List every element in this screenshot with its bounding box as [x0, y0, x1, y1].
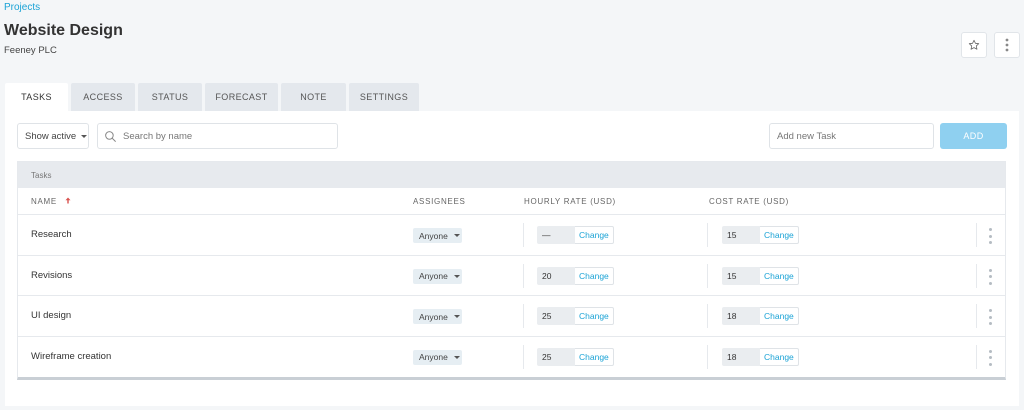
- change-hourly-rate-button[interactable]: Change: [575, 226, 614, 244]
- hourly-rate-value: 25: [537, 347, 575, 366]
- cost-rate-value: 18: [722, 307, 760, 325]
- column-divider: [707, 304, 708, 328]
- table-row: UI design Anyone 25 Change 18 Change: [18, 296, 1005, 337]
- cost-rate-group: 15 Change: [722, 266, 799, 285]
- cost-rate-value: 18: [722, 347, 760, 366]
- task-name: UI design: [31, 310, 72, 321]
- more-options-button[interactable]: [994, 32, 1020, 58]
- tab-access[interactable]: ACCESS: [71, 83, 135, 111]
- assignee-select[interactable]: Anyone: [413, 309, 462, 324]
- column-header-name[interactable]: NAME: [31, 197, 71, 206]
- breadcrumb-projects[interactable]: Projects: [4, 2, 40, 13]
- tab-settings[interactable]: SETTINGS: [349, 83, 419, 111]
- row-menu-icon[interactable]: [986, 268, 994, 285]
- column-divider: [523, 263, 524, 288]
- tab-note[interactable]: NOTE: [281, 83, 346, 111]
- table-row: Wireframe creation Anyone 25 Change 18 Cha…: [18, 337, 1005, 378]
- cost-rate-group: 18 Change: [722, 307, 799, 325]
- chevron-down-icon: [453, 315, 460, 318]
- column-divider: [976, 223, 977, 247]
- assignee-value: Anyone: [419, 352, 448, 362]
- search-icon: [105, 130, 116, 142]
- column-divider: [707, 263, 708, 288]
- change-hourly-rate-button[interactable]: Change: [575, 347, 614, 366]
- tab-status[interactable]: STATUS: [138, 83, 202, 111]
- column-divider: [707, 223, 708, 247]
- change-cost-rate-button[interactable]: Change: [760, 226, 799, 244]
- cost-rate-group: 18 Change: [722, 347, 799, 366]
- tab-tasks[interactable]: TASKS: [5, 83, 68, 111]
- hourly-rate-value: 25: [537, 307, 575, 325]
- chevron-down-icon: [81, 134, 88, 138]
- table-row: Research Anyone — Change 15 Change: [18, 215, 1005, 256]
- search-box[interactable]: [97, 123, 338, 149]
- chevron-down-icon: [453, 274, 460, 278]
- favorite-button[interactable]: [961, 32, 987, 58]
- column-divider: [523, 223, 524, 247]
- assignee-value: Anyone: [419, 271, 448, 281]
- tasks-panel: Show active ADD Tasks NAME ASSIGNEES HOU…: [5, 111, 1019, 406]
- cost-rate-value: 15: [722, 266, 760, 285]
- new-task-input[interactable]: [769, 123, 934, 149]
- row-menu-icon[interactable]: [986, 309, 994, 325]
- page-title: Website Design: [4, 22, 123, 39]
- row-menu-icon[interactable]: [986, 228, 994, 244]
- change-cost-rate-button[interactable]: Change: [760, 347, 799, 366]
- column-divider: [707, 344, 708, 369]
- status-filter-value: Show active: [25, 130, 77, 142]
- column-divider: [976, 304, 977, 328]
- sort-up-arrow-icon: [65, 197, 71, 204]
- tab-forecast[interactable]: FORECAST: [205, 83, 278, 111]
- cost-rate-value: 15: [722, 226, 760, 244]
- hourly-rate-group: 25 Change: [537, 307, 614, 325]
- hourly-rate-group: — Change: [537, 226, 614, 244]
- column-divider: [523, 304, 524, 328]
- hourly-rate-value: 20: [537, 266, 575, 285]
- add-task-button[interactable]: ADD: [940, 123, 1007, 149]
- column-header-cost-rate: COST RATE (USD): [709, 197, 789, 206]
- cost-rate-group: 15 Change: [722, 226, 799, 244]
- assignee-select[interactable]: Anyone: [413, 228, 462, 243]
- table-header: NAME ASSIGNEES HOURLY RATE (USD) COST RA…: [18, 188, 1005, 215]
- star-icon: [968, 39, 980, 50]
- change-hourly-rate-button[interactable]: Change: [575, 266, 614, 285]
- task-name: Revisions: [31, 269, 73, 281]
- assignee-select[interactable]: Anyone: [413, 349, 462, 365]
- chevron-down-icon: [453, 234, 460, 237]
- assignee-select[interactable]: Anyone: [413, 268, 462, 284]
- chevron-down-icon: [453, 355, 460, 359]
- task-name: Wireframe creation: [31, 350, 112, 362]
- client-name: Feeney PLC: [4, 45, 57, 56]
- table-row: Revisions Anyone 20 Change 15 Change: [18, 256, 1005, 296]
- assignee-value: Anyone: [419, 230, 448, 241]
- change-hourly-rate-button[interactable]: Change: [575, 307, 614, 325]
- column-header-hourly-rate: HOURLY RATE (USD): [524, 197, 616, 206]
- assignee-value: Anyone: [419, 311, 448, 322]
- vertical-dots-icon: [1005, 38, 1009, 52]
- project-tabs: TASKS ACCESS STATUS FORECAST NOTE SETTIN…: [5, 83, 422, 111]
- table-caption: Tasks: [18, 162, 1005, 188]
- column-divider: [976, 344, 977, 369]
- status-filter-select[interactable]: Show active: [17, 123, 89, 149]
- change-cost-rate-button[interactable]: Change: [760, 307, 799, 325]
- hourly-rate-group: 25 Change: [537, 347, 614, 366]
- tasks-table: Tasks NAME ASSIGNEES HOURLY RATE (USD) C…: [17, 161, 1006, 380]
- hourly-rate-value: —: [537, 226, 575, 244]
- change-cost-rate-button[interactable]: Change: [760, 266, 799, 285]
- column-divider: [523, 344, 524, 369]
- hourly-rate-group: 20 Change: [537, 266, 614, 285]
- column-divider: [976, 263, 977, 288]
- search-input[interactable]: [123, 130, 323, 142]
- row-menu-icon[interactable]: [986, 349, 994, 366]
- column-header-assignees: ASSIGNEES: [413, 197, 466, 206]
- task-name: Research: [31, 229, 72, 240]
- column-header-name-label: NAME: [31, 197, 57, 206]
